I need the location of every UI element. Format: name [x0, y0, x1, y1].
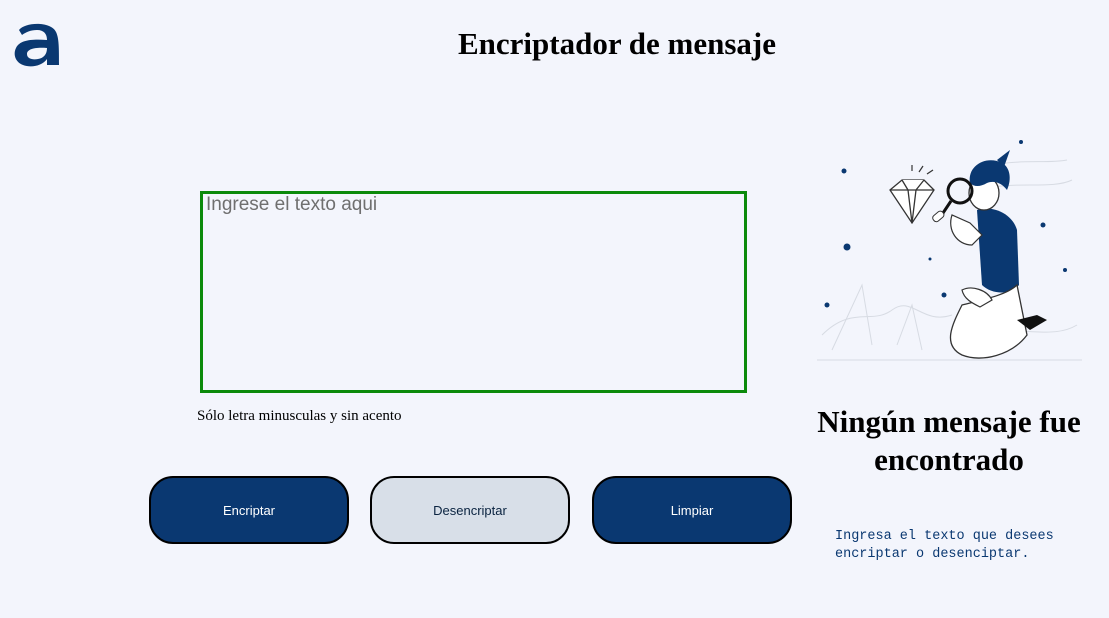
- message-input[interactable]: [200, 191, 747, 393]
- empty-output-title: Ningún mensaje fue encontrado: [817, 404, 1081, 477]
- page-title: Encriptador de mensaje: [457, 26, 777, 61]
- clear-button[interactable]: Limpiar: [592, 476, 792, 544]
- encrypt-button[interactable]: Encriptar: [149, 476, 349, 544]
- decrypt-button[interactable]: Desencriptar: [370, 476, 570, 544]
- empty-output-text: Ingresa el texto que desees encriptar o …: [835, 529, 1054, 562]
- person-with-magnifying-glass-illustration: [817, 140, 1082, 361]
- input-hint: Sólo letra minusculas y sin acento: [197, 408, 402, 424]
